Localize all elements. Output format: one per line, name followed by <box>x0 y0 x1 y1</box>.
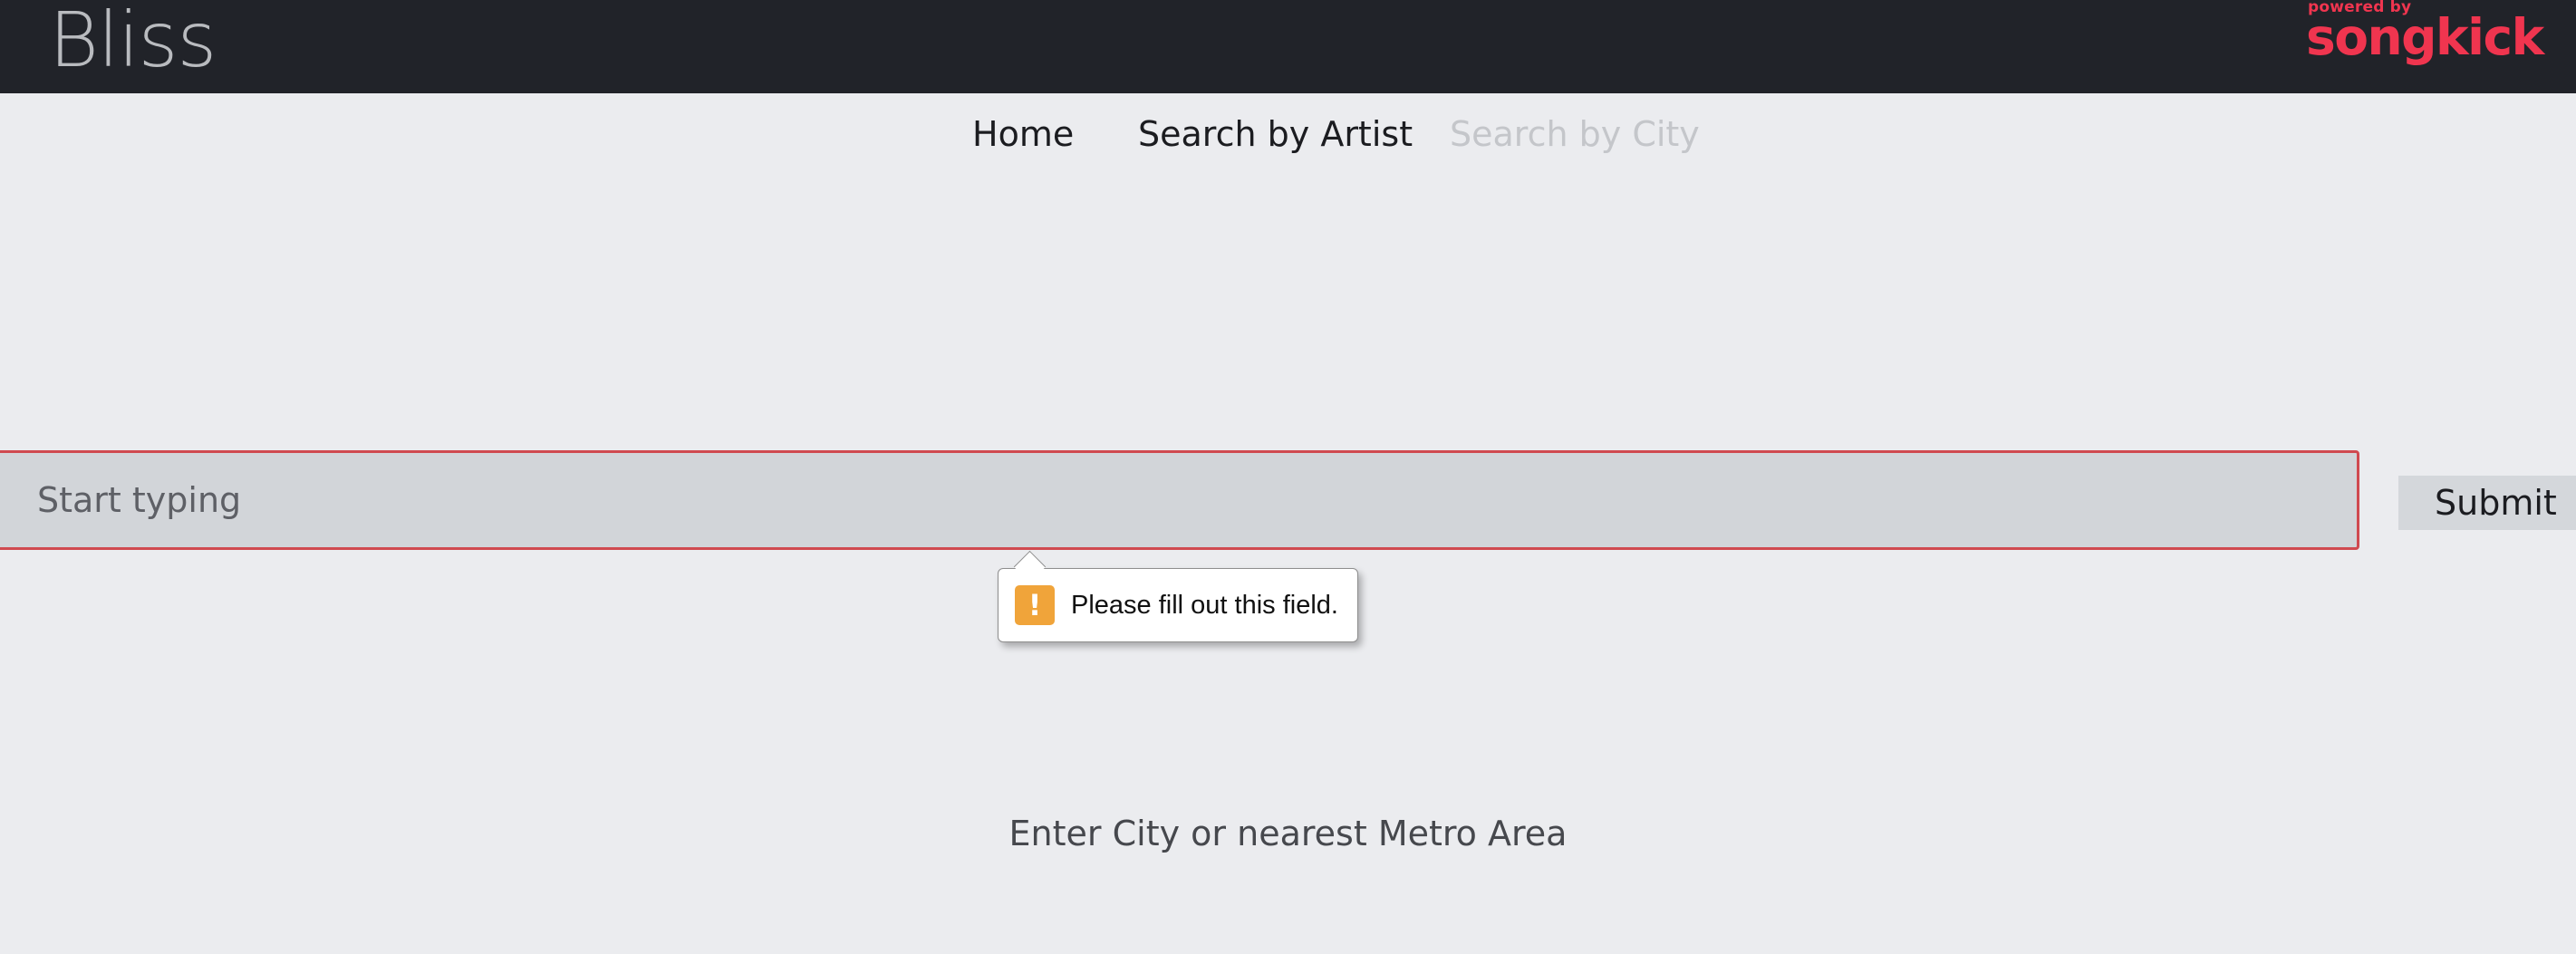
top-bar: Bliss powered by songkick <box>0 0 2576 93</box>
city-search-input[interactable] <box>0 450 2359 550</box>
helper-text: Enter City or nearest Metro Area <box>1008 814 1568 853</box>
brand-logo[interactable]: Bliss <box>49 0 217 85</box>
songkick-wordmark: songkick <box>2306 8 2544 66</box>
main-nav: Home Search by Artist Search by City <box>0 107 2576 161</box>
nav-home[interactable]: Home <box>972 107 1074 161</box>
nav-search-by-city[interactable]: Search by City <box>1450 107 1700 161</box>
validation-tooltip: ! Please fill out this field. <box>998 550 1358 642</box>
tooltip-arrow <box>1013 550 1047 583</box>
warning-icon: ! <box>1015 585 1055 625</box>
validation-message: Please fill out this field. <box>1071 591 1338 620</box>
songkick-logo[interactable]: powered by songkick <box>2306 0 2544 78</box>
submit-button[interactable]: Submit <box>2398 476 2576 530</box>
nav-search-by-artist[interactable]: Search by Artist <box>1138 107 1413 161</box>
